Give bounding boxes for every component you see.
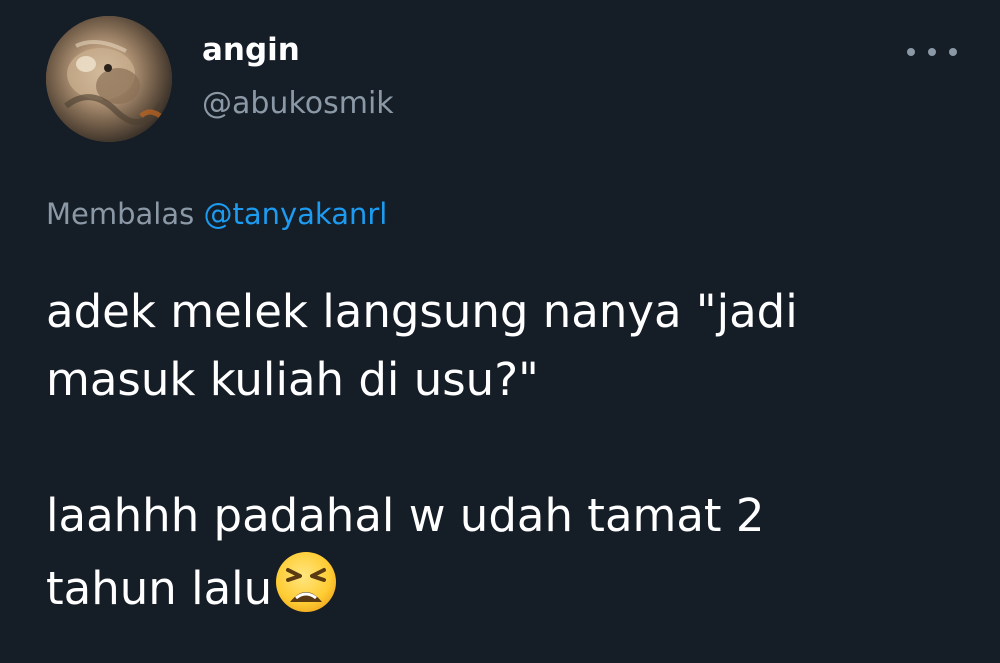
tweet-card: angin @abukosmik Membalas @tanyakanrl ad… xyxy=(0,0,1000,663)
author-display-name[interactable]: angin xyxy=(202,30,394,70)
replying-to-label: Membalas xyxy=(46,197,195,231)
tweet-text: adek melek langsung nanya "jadi masuk ku… xyxy=(46,278,966,633)
tweet-text-line: tahun lalu xyxy=(46,562,273,615)
avatar-image xyxy=(46,16,172,142)
author-info: angin @abukosmik xyxy=(202,30,394,124)
tweet-text-line: masuk kuliah di usu?" xyxy=(46,353,539,406)
reply-mention-link[interactable]: @tanyakanrl xyxy=(203,197,387,231)
tired-face-emoji-icon xyxy=(274,550,338,633)
more-options-button[interactable] xyxy=(904,38,960,66)
tweet-text-line-last: tahun lalu xyxy=(46,550,966,633)
more-options-icon-dot xyxy=(949,48,957,56)
tweet-text-line: laahhh padahal w udah tamat 2 xyxy=(46,489,765,542)
author-handle[interactable]: @abukosmik xyxy=(202,84,394,124)
avatar[interactable] xyxy=(46,16,172,142)
tweet-text-line: adek melek langsung nanya "jadi xyxy=(46,285,798,338)
more-options-icon xyxy=(907,48,915,56)
replying-to-line: Membalas @tanyakanrl xyxy=(46,195,387,233)
more-options-icon-dot xyxy=(928,48,936,56)
